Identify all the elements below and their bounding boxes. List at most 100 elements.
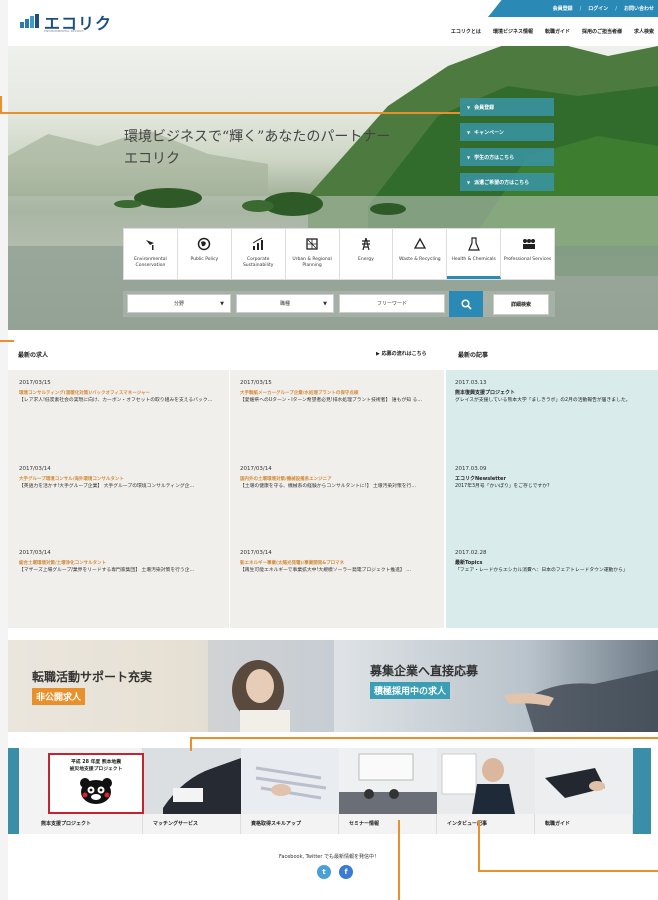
kumamoto-line2: 被災地支援プロジェクト bbox=[69, 767, 123, 772]
triangle-down-icon: ▼ bbox=[467, 179, 471, 185]
nav-about[interactable]: エコリクとは bbox=[451, 28, 481, 35]
latest-jobs-title: 最新の求人 bbox=[18, 352, 49, 359]
site-header: エコリク ENVIRONMENTAL RECRUIT 会員登録 / ログイン /… bbox=[8, 0, 658, 46]
callout-line-tiles-top-left bbox=[190, 737, 192, 751]
tile-interview[interactable]: インタビュー記事 bbox=[437, 748, 535, 834]
banner-left-heading: 転職活動サポート充実 bbox=[32, 670, 153, 684]
hero-tagline: 環境ビジネスで“輝く”あなたのパートナー エコリク bbox=[124, 126, 390, 170]
job-type-select[interactable]: 職種 ▼ bbox=[236, 294, 334, 313]
category-health-chemicals[interactable]: Health & Chemicals bbox=[447, 229, 502, 279]
banner-right-heading: 募集企業へ直接応募 bbox=[370, 664, 479, 678]
news-column: 2017.03.13 熊本復興支援プロジェクト グレイスが支援している熊本大学「… bbox=[446, 370, 658, 628]
tile-matching-photo bbox=[143, 748, 241, 814]
advanced-search-button[interactable]: 詳細検索 bbox=[493, 294, 549, 315]
chevron-down-icon: ▼ bbox=[220, 300, 224, 307]
tiles-left-edge bbox=[8, 748, 19, 834]
banner-direct-apply[interactable]: 募集企業へ直接応募 積極採用中の求人 bbox=[334, 640, 658, 732]
login-link[interactable]: ログイン bbox=[588, 5, 608, 12]
flask-icon bbox=[467, 237, 481, 251]
jobs-column-1: 2017/03/15 環境コンサルティング(温暖化対策)/バックオフィスマネージ… bbox=[8, 370, 230, 628]
banner-right-tag: 積極採用中の求人 bbox=[370, 682, 451, 699]
job-item[interactable]: 2017/03/14 新エネルギー事業(太陽光発電)/事業開発&プロマネ 【再生… bbox=[240, 550, 440, 574]
callout-line-tiles-top bbox=[190, 737, 658, 739]
nav-career-guide[interactable]: 転職ガイド bbox=[545, 28, 570, 35]
tile-seminar[interactable]: セミナー情報 bbox=[339, 748, 437, 834]
triangle-down-icon: ▼ bbox=[467, 104, 471, 110]
page: エコリク ENVIRONMENTAL RECRUIT 会員登録 / ログイン /… bbox=[8, 0, 658, 900]
job-item[interactable]: 2017/03/14 総合土壌環境対策/土壌浄化コンサルタント 【マザーズ上場グ… bbox=[19, 550, 219, 574]
utility-bar: 会員登録 / ログイン / お問い合わせ bbox=[488, 0, 658, 17]
category-urban-regional-planning[interactable]: Urban & Regional Planning bbox=[286, 229, 340, 279]
main-nav: エコリクとは 環境ビジネス情報 転職ガイド 採用のご担当者様 求人検索 bbox=[451, 28, 654, 35]
job-item[interactable]: 2017/03/15 大手製紙メーカーグループ企業/水処理プラントの保守点検 【… bbox=[240, 380, 440, 404]
news-item[interactable]: 2017.02.28 最新Topics 「フェア・レードからエシカル消費へ：日本… bbox=[455, 550, 655, 574]
tower-icon bbox=[359, 237, 373, 251]
side-menu-register[interactable]: ▼ 会員登録 bbox=[460, 98, 554, 116]
contact-link[interactable]: お問い合わせ bbox=[624, 5, 654, 12]
tile-skillup[interactable]: 資格取得スキルアップ bbox=[241, 748, 339, 834]
people-icon bbox=[521, 237, 535, 251]
news-item[interactable]: 2017.03.13 熊本復興支援プロジェクト グレイスが支援している熊本大学「… bbox=[455, 380, 655, 404]
recycle-icon bbox=[413, 237, 427, 251]
triangle-down-icon: ▼ bbox=[467, 129, 471, 135]
side-menu-dispatch[interactable]: ▼ 派遣ご希望の方はこちら bbox=[460, 173, 554, 191]
latest-news-title: 最新の記事 bbox=[458, 352, 489, 359]
callout-line-hero-left bbox=[0, 96, 2, 112]
news-item[interactable]: 2017.03.09 エコリクNewsletter 2017年3月号「かいぽり」… bbox=[455, 466, 655, 490]
chart-icon bbox=[251, 237, 265, 251]
kumamoto-badge[interactable]: 平成 28 年度 熊本地震 被災地支援プロジェクト bbox=[48, 753, 144, 814]
bear-mascot-icon bbox=[80, 778, 112, 804]
hero-landscape bbox=[8, 46, 658, 330]
category-environmental-conservation[interactable]: Environmental Conservation bbox=[124, 229, 178, 279]
category-bar: Environmental Conservation Public Policy… bbox=[123, 228, 555, 280]
field-select[interactable]: 分野 ▼ bbox=[127, 294, 231, 313]
tile-career-guide-photo bbox=[535, 748, 633, 814]
keyword-input[interactable]: フリーワード bbox=[339, 294, 445, 313]
tiles-right-edge bbox=[633, 748, 651, 834]
tile-interview-photo bbox=[437, 748, 535, 814]
tile-matching[interactable]: マッチングサービス bbox=[143, 748, 241, 834]
category-corporate-sustainability[interactable]: Corporate Sustainability bbox=[232, 229, 286, 279]
side-menu-students[interactable]: ▼ 学生の方はこちら bbox=[460, 148, 554, 166]
tile-skillup-photo bbox=[241, 748, 339, 814]
side-menu-campaign[interactable]: ▼ キャンペーン bbox=[460, 123, 554, 141]
callout-line-interview-h bbox=[478, 870, 658, 872]
facebook-icon[interactable]: f bbox=[339, 865, 353, 879]
search-bar: 分野 ▼ 職種 ▼ フリーワード 詳細検索 bbox=[123, 291, 555, 317]
nav-job-search[interactable]: 求人検索 bbox=[634, 28, 654, 35]
nav-employers[interactable]: 採用のご担当者様 bbox=[582, 28, 622, 35]
job-item[interactable]: 2017/03/14 大手グループ環境コンサル/海外環境コンサルタント 【英語力… bbox=[19, 466, 219, 490]
chevron-down-icon: ▼ bbox=[323, 300, 327, 307]
kumamoto-line1: 平成 28 年度 熊本地震 bbox=[70, 760, 122, 765]
logo-mark[interactable] bbox=[20, 14, 39, 28]
category-professional-services[interactable]: Professional Services bbox=[501, 229, 554, 279]
social-links: t f bbox=[317, 865, 353, 879]
jobs-column-2: 2017/03/15 大手製紙メーカーグループ企業/水処理プラントの保守点検 【… bbox=[230, 370, 444, 628]
category-public-policy[interactable]: Public Policy bbox=[178, 229, 232, 279]
callout-line-interview bbox=[478, 820, 480, 872]
triangle-down-icon: ▼ bbox=[467, 154, 471, 160]
search-button[interactable] bbox=[449, 291, 483, 317]
listings-header: 最新の求人 ▶ 応募の流れはこちら 最新の記事 bbox=[8, 330, 658, 370]
twitter-icon[interactable]: t bbox=[317, 865, 331, 879]
social-caption: Facebook, Twitter でも最新情報を発信中！ bbox=[278, 854, 380, 860]
job-item[interactable]: 2017/03/15 環境コンサルティング(温暖化対策)/バックオフィスマネージ… bbox=[19, 380, 219, 404]
register-link[interactable]: 会員登録 bbox=[553, 5, 573, 12]
callout-line-hero bbox=[0, 112, 460, 114]
hero-tagline-line2: エコリク bbox=[124, 151, 180, 167]
logo-subtitle: ENVIRONMENTAL RECRUIT bbox=[44, 29, 84, 33]
listings-grid: 2017/03/15 環境コンサルティング(温暖化対策)/バックオフィスマネージ… bbox=[8, 370, 658, 628]
hero-section: 環境ビジネスで“輝く”あなたのパートナー エコリク ▼ 会員登録 ▼ キャンペーン … bbox=[8, 46, 658, 330]
category-waste-recycling[interactable]: Waste & Recycling bbox=[393, 229, 448, 279]
tile-seminar-photo bbox=[339, 748, 437, 814]
banner-career-support[interactable]: 転職活動サポート充実 非公開求人 bbox=[8, 640, 338, 732]
banner-woman-photo bbox=[208, 640, 338, 732]
callout-line-jobs bbox=[0, 340, 14, 342]
tile-career-guide[interactable]: 転職ガイド bbox=[535, 748, 633, 834]
apply-flow-link[interactable]: ▶ 応募の流れはこちら bbox=[376, 350, 427, 357]
category-energy[interactable]: Energy bbox=[340, 229, 394, 279]
globe-icon bbox=[197, 237, 211, 251]
job-item[interactable]: 2017/03/14 国内外の土壌環境対策/機械設備系エンジニア 【土壌の健康を… bbox=[240, 466, 440, 490]
map-icon bbox=[305, 237, 319, 251]
nav-business-info[interactable]: 環境ビジネス情報 bbox=[493, 28, 533, 35]
